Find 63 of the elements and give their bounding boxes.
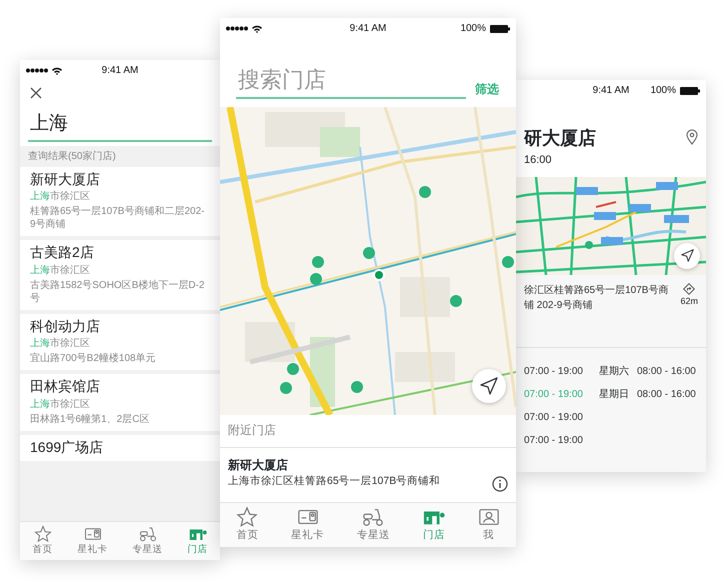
battery-icon	[490, 24, 510, 32]
tab-item[interactable]: 我	[474, 503, 504, 547]
battery-icon	[680, 86, 700, 94]
hours-time: 07:00 - 19:00	[524, 410, 583, 424]
scooter-icon	[138, 524, 156, 543]
status-time: 9:41 AM	[350, 22, 386, 36]
info-icon[interactable]	[492, 476, 508, 492]
close-icon[interactable]	[30, 86, 42, 99]
hours-time: 07:00 - 19:00	[524, 388, 583, 402]
signal-icon	[226, 26, 248, 31]
store-city: 上海市徐汇区	[30, 264, 91, 276]
scooter-icon	[362, 506, 384, 528]
hours-time: 07:00 - 19:00	[524, 434, 583, 448]
directions-icon[interactable]	[683, 282, 696, 294]
hours-time: 08:00 - 16:00	[636, 364, 696, 378]
tab-item[interactable]: 星礼卡	[74, 522, 112, 560]
store-address: 桂箐路65号一层107B号商铺和二层202-9号商铺	[30, 205, 206, 231]
filter-button[interactable]: 筛选	[474, 79, 500, 99]
weekday-label: 星期日	[598, 388, 629, 402]
store-address: 徐汇区桂箐路65号一层107B号商铺 202-9号商铺	[524, 284, 670, 312]
battery-percent: 100%	[460, 22, 486, 36]
tab-item[interactable]: 专星送	[128, 522, 166, 560]
wifi-icon	[252, 24, 262, 32]
tab-item[interactable]: 专星送	[352, 503, 394, 547]
store-address: 古美路1582号SOHO区B楼地下一层D-2号	[30, 278, 206, 304]
store-title: 研大厦店	[524, 127, 597, 150]
result-count: 查询结果(50家门店)	[27, 150, 117, 164]
store-city: 上海市徐汇区	[30, 190, 91, 203]
tab-item[interactable]: 门店	[184, 522, 212, 560]
store-address: 田林路1号6幢第1、2层C区	[30, 412, 150, 426]
nearby-store-item[interactable]: 新研大厦店 上海市徐汇区桂箐路65号一层107B号商铺和	[220, 448, 516, 502]
hours-time: 07:00 - 19:00	[524, 364, 583, 378]
star-icon	[236, 506, 258, 528]
hours-time: 08:00 - 16:00	[636, 388, 696, 402]
star-icon	[34, 524, 52, 543]
weekday-label: 星期六	[598, 364, 629, 378]
tab-item[interactable]: 首页	[28, 522, 56, 560]
store-address: 宜山路700号B2幢楼108单元	[30, 352, 157, 365]
tab-item[interactable]: 门店	[418, 503, 449, 547]
store-name: 1699广场店	[30, 438, 104, 456]
location-pin-icon[interactable]	[686, 129, 698, 145]
search-field[interactable]: 上海	[28, 109, 212, 142]
battery-percent: 100%	[650, 84, 676, 98]
tab-item[interactable]: 星礼卡	[287, 503, 328, 547]
store-name: 新研大厦店	[30, 170, 101, 188]
navigation-arrow-icon	[680, 249, 694, 262]
opening-hours: 16:00	[524, 153, 553, 168]
status-time: 9:41 AM	[102, 64, 138, 78]
section-header: 附近门店	[220, 415, 516, 448]
navigation-arrow-icon	[480, 377, 498, 395]
signal-icon	[26, 68, 48, 73]
store-name: 科创动力店	[30, 318, 101, 335]
store-address: 上海市徐汇区桂箐路65号一层107B号商铺和	[228, 474, 442, 489]
tab-item[interactable]: 首页	[232, 503, 262, 547]
store-city: 上海市徐汇区	[30, 398, 91, 410]
search-field[interactable]: 搜索门店	[236, 62, 466, 99]
store-name: 新研大厦店	[228, 456, 289, 474]
store-name: 田林宾馆店	[30, 378, 101, 396]
distance-label: 62m	[680, 294, 698, 308]
store-name: 古美路2店	[30, 244, 95, 262]
store-city: 上海市徐汇区	[30, 337, 91, 350]
wifi-icon	[52, 66, 62, 74]
status-time: 9:41 AM	[592, 84, 630, 98]
